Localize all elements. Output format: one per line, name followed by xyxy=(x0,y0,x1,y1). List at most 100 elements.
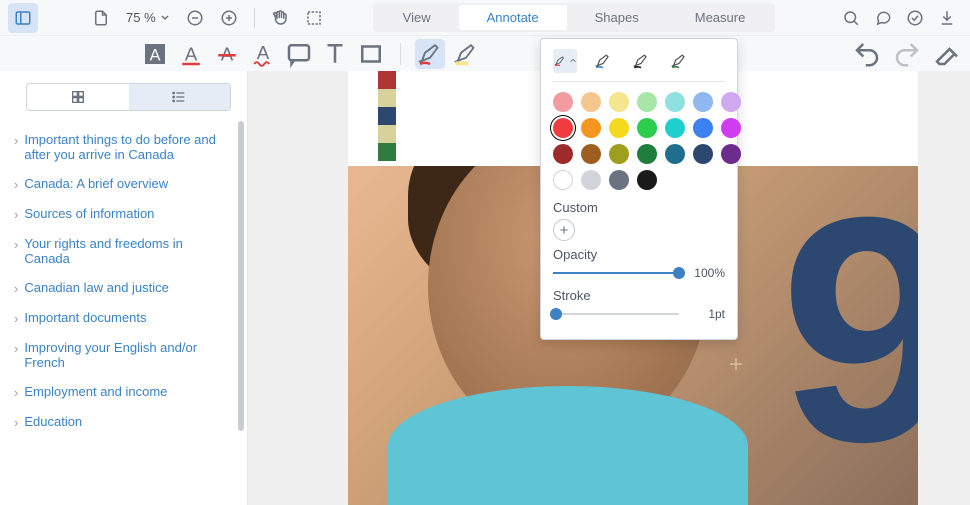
chevron-right-icon: › xyxy=(14,281,18,296)
outline-item-label: Improving your English and/or French xyxy=(24,340,231,370)
color-swatch[interactable] xyxy=(581,118,601,138)
color-palette xyxy=(553,92,725,190)
highlighter-button[interactable] xyxy=(451,39,481,69)
color-swatch[interactable] xyxy=(553,92,573,112)
color-swatch[interactable] xyxy=(609,170,629,190)
add-custom-color-button[interactable]: + xyxy=(553,219,575,241)
outline-item-label: Important documents xyxy=(24,310,146,325)
opacity-label: Opacity xyxy=(553,247,725,262)
color-swatch[interactable] xyxy=(665,92,685,112)
outline-item-label: Canadian law and justice xyxy=(24,280,169,295)
outline-item-label: Sources of information xyxy=(24,206,154,221)
opacity-slider[interactable] xyxy=(553,272,679,274)
pen-red-button[interactable] xyxy=(415,39,445,69)
color-swatch[interactable] xyxy=(721,92,741,112)
rectangle-tool-button[interactable] xyxy=(356,39,386,69)
top-toolbar: 75 % View Annotate Shapes Measure xyxy=(0,0,970,35)
stroke-slider[interactable] xyxy=(553,313,679,315)
chevron-right-icon: › xyxy=(14,415,18,430)
erase-button[interactable] xyxy=(932,39,962,69)
outline-item-label: Important things to do before and after … xyxy=(24,132,231,162)
color-swatch[interactable] xyxy=(637,144,657,164)
outline-item[interactable]: › Canadian law and justice xyxy=(10,273,235,303)
check-button[interactable] xyxy=(900,3,930,33)
color-swatch[interactable] xyxy=(693,118,713,138)
color-swatch[interactable] xyxy=(581,92,601,112)
color-swatch[interactable] xyxy=(581,144,601,164)
opacity-value: 100% xyxy=(687,266,725,280)
tab-annotate[interactable]: Annotate xyxy=(459,5,567,30)
pen-preset[interactable] xyxy=(667,49,691,73)
color-swatch[interactable] xyxy=(609,118,629,138)
outline-item[interactable]: ›Employment and income xyxy=(10,377,235,407)
comments-button[interactable] xyxy=(868,3,898,33)
color-swatch[interactable] xyxy=(609,144,629,164)
zoom-in-button[interactable] xyxy=(214,3,244,33)
outline-tab[interactable] xyxy=(129,84,231,110)
chevron-right-icon: › xyxy=(14,133,18,148)
text-strikethrough-button[interactable]: A xyxy=(212,39,242,69)
svg-text:A: A xyxy=(257,42,270,63)
color-strip-swatch xyxy=(378,125,396,143)
svg-text:A: A xyxy=(221,43,234,64)
outline-item[interactable]: › Education xyxy=(10,407,235,437)
outline-item[interactable]: › Improving your English and/or French xyxy=(10,333,235,377)
color-swatch[interactable] xyxy=(553,118,573,138)
tab-view[interactable]: View xyxy=(375,5,459,30)
color-swatch[interactable] xyxy=(721,118,741,138)
outline-item-label: Employment and income xyxy=(24,384,167,399)
svg-text:A: A xyxy=(150,46,161,64)
color-swatch[interactable] xyxy=(665,144,685,164)
chevron-right-icon: › xyxy=(14,237,18,252)
color-swatch[interactable] xyxy=(553,170,573,190)
panel-toggle-button[interactable] xyxy=(8,3,38,33)
zoom-select[interactable]: 75 % xyxy=(120,10,176,25)
text-squiggle-button[interactable]: A xyxy=(248,39,278,69)
outline-item[interactable]: ›Important documents xyxy=(10,303,235,333)
stroke-value: 1pt xyxy=(687,307,725,321)
zoom-out-button[interactable] xyxy=(180,3,210,33)
outline-item[interactable]: › Your rights and freedoms in Canada xyxy=(10,229,235,273)
color-swatch[interactable] xyxy=(721,144,741,164)
undo-button[interactable] xyxy=(852,39,882,69)
color-swatch[interactable] xyxy=(665,118,685,138)
chevron-right-icon: › xyxy=(14,207,18,222)
outline-item-label: Education xyxy=(24,414,82,429)
custom-label: Custom xyxy=(553,200,725,215)
color-strip-swatch xyxy=(378,107,396,125)
download-button[interactable] xyxy=(932,3,962,33)
sidebar-scrollbar[interactable] xyxy=(238,121,244,431)
sidebar: › Important things to do before and after… xyxy=(0,71,248,505)
color-swatch[interactable] xyxy=(637,170,657,190)
color-swatch[interactable] xyxy=(609,92,629,112)
pen-preset[interactable] xyxy=(629,49,653,73)
select-tool-button[interactable] xyxy=(299,3,329,33)
redo-button[interactable] xyxy=(892,39,922,69)
text-tool-button[interactable] xyxy=(320,39,350,69)
outline-item[interactable]: ›Canada: A brief overview xyxy=(10,169,235,199)
color-swatch[interactable] xyxy=(553,144,573,164)
color-swatch[interactable] xyxy=(693,92,713,112)
tab-measure[interactable]: Measure xyxy=(667,5,774,30)
pen-style-popup: Custom + Opacity 100% Stroke 1pt xyxy=(540,38,738,340)
pen-preset[interactable] xyxy=(553,49,577,73)
outline-item[interactable]: › Sources of information xyxy=(10,199,235,229)
tab-shapes[interactable]: Shapes xyxy=(567,5,667,30)
text-underline-red-button[interactable]: A xyxy=(176,39,206,69)
outline-item[interactable]: › Important things to do before and after… xyxy=(10,125,235,169)
color-swatch[interactable] xyxy=(637,118,657,138)
outline-item-label: Your rights and freedoms in Canada xyxy=(24,236,231,266)
text-styles-button[interactable]: A xyxy=(140,39,170,69)
chevron-right-icon: › xyxy=(14,341,18,356)
color-strip-swatch xyxy=(378,71,396,89)
pan-tool-button[interactable] xyxy=(265,3,295,33)
color-strip xyxy=(378,71,396,161)
search-button[interactable] xyxy=(836,3,866,33)
pen-preset[interactable] xyxy=(591,49,615,73)
color-swatch[interactable] xyxy=(637,92,657,112)
color-swatch[interactable] xyxy=(581,170,601,190)
thumbnails-tab[interactable] xyxy=(27,84,129,110)
document-icon-button[interactable] xyxy=(86,3,116,33)
color-swatch[interactable] xyxy=(693,144,713,164)
note-button[interactable] xyxy=(284,39,314,69)
